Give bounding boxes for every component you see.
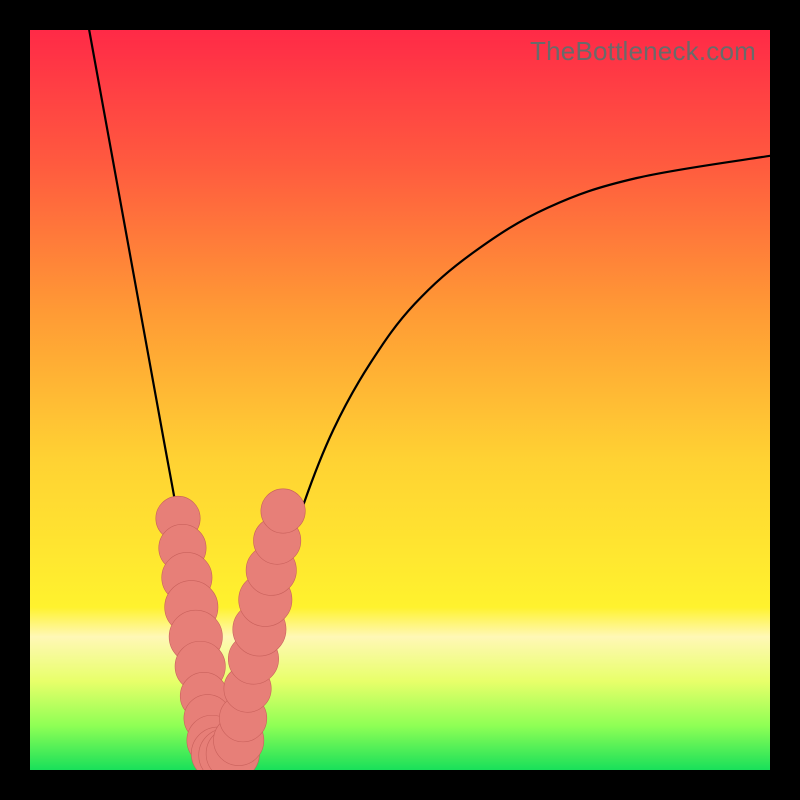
curve-right-branch [237, 156, 770, 755]
curve-markers [156, 489, 305, 770]
curve-marker [261, 489, 305, 533]
chart-curve-layer [30, 30, 770, 770]
chart-frame: TheBottleneck.com [0, 0, 800, 800]
chart-plot-area: TheBottleneck.com [30, 30, 770, 770]
